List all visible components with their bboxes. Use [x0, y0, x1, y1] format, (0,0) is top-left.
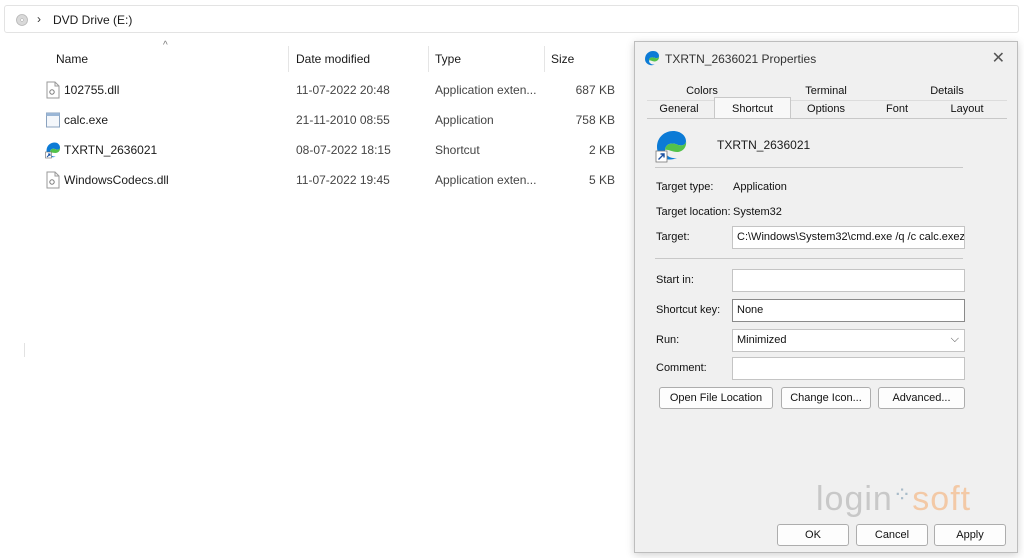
- pane-divider: [24, 343, 25, 357]
- section-divider: [655, 258, 963, 259]
- target-field[interactable]: C:\Windows\System32\cmd.exe /q /c calc.e…: [732, 226, 965, 249]
- file-row[interactable]: calc.exe 21-11-2010 08:55 Application 75…: [40, 107, 625, 133]
- comment-field[interactable]: [732, 357, 965, 380]
- target-type-label: Target type:: [656, 181, 714, 193]
- tab-layout[interactable]: Layout: [938, 101, 996, 117]
- file-name: TXRTN_2636021: [64, 143, 158, 157]
- tab-panel-border: [647, 118, 1007, 119]
- file-name: calc.exe: [64, 113, 109, 127]
- column-header-name[interactable]: Name: [56, 52, 88, 66]
- cancel-button[interactable]: Cancel: [856, 524, 928, 546]
- target-label: Target:: [656, 231, 690, 243]
- file-date: 11-07-2022 20:48: [296, 83, 390, 97]
- file-date: 08-07-2022 18:15: [296, 143, 391, 157]
- breadcrumb-chevron-icon[interactable]: ›: [37, 12, 41, 26]
- target-location-label: Target location:: [656, 206, 731, 218]
- tab-options[interactable]: Options: [798, 101, 854, 117]
- column-divider[interactable]: [428, 46, 429, 72]
- address-bar[interactable]: › DVD Drive (E:): [4, 5, 1019, 33]
- column-header-type[interactable]: Type: [435, 52, 461, 66]
- ok-button[interactable]: OK: [777, 524, 849, 546]
- file-date: 21-11-2010 08:55: [296, 113, 390, 127]
- edge-shortcut-icon: [45, 142, 61, 159]
- shortcut-key-label: Shortcut key:: [656, 304, 721, 316]
- shortcut-name: TXRTN_2636021: [717, 138, 811, 152]
- dvd-drive-icon: [16, 14, 28, 26]
- column-divider[interactable]: [544, 46, 545, 72]
- breadcrumb-dvd-drive[interactable]: DVD Drive (E:): [53, 13, 132, 27]
- file-size: 5 KB: [588, 173, 615, 187]
- edge-icon: [645, 51, 660, 66]
- properties-dialog: TXRTN_2636021 Properties ✕ Colors Termin…: [634, 41, 1018, 553]
- run-label: Run:: [656, 334, 680, 346]
- open-file-location-button[interactable]: Open File Location: [659, 387, 773, 409]
- sort-ascending-icon: ^: [163, 40, 168, 51]
- comment-label: Comment:: [656, 362, 707, 374]
- advanced-button[interactable]: Advanced...: [878, 387, 965, 409]
- file-type: Shortcut: [435, 143, 480, 157]
- dialog-title: TXRTN_2636021 Properties: [665, 52, 817, 66]
- file-type: Application exten...: [435, 173, 537, 187]
- tab-details[interactable]: Details: [912, 83, 982, 99]
- file-row[interactable]: 102755.dll 11-07-2022 20:48 Application …: [40, 77, 625, 103]
- target-type-value: Application: [733, 181, 787, 193]
- tab-terminal[interactable]: Terminal: [785, 83, 867, 99]
- watermark-dots: ⁘: [892, 482, 913, 507]
- column-header-size[interactable]: Size: [551, 52, 574, 66]
- start-in-field[interactable]: [732, 269, 965, 292]
- tab-font[interactable]: Font: [873, 101, 921, 117]
- section-divider: [655, 167, 963, 168]
- file-size: 758 KB: [575, 113, 615, 127]
- run-select-value: Minimized: [737, 334, 787, 346]
- run-select[interactable]: Minimized ⌵: [732, 329, 965, 352]
- tab-shortcut[interactable]: Shortcut: [714, 101, 791, 117]
- column-header-date[interactable]: Date modified: [296, 52, 370, 66]
- file-row[interactable]: TXRTN_2636021 08-07-2022 18:15 Shortcut …: [40, 137, 625, 163]
- shortcut-key-field[interactable]: None: [732, 299, 965, 322]
- start-in-label: Start in:: [656, 274, 694, 286]
- file-type: Application: [435, 113, 494, 127]
- target-location-value: System32: [733, 206, 782, 218]
- tab-colors[interactable]: Colors: [667, 83, 737, 99]
- loginsoft-watermark: login⁘soft: [816, 480, 972, 518]
- apply-button[interactable]: Apply: [934, 524, 1006, 546]
- file-row[interactable]: WindowsCodecs.dll 11-07-2022 19:45 Appli…: [40, 167, 625, 193]
- dll-file-icon: [46, 81, 60, 99]
- tab-general[interactable]: General: [650, 101, 708, 117]
- file-date: 11-07-2022 19:45: [296, 173, 390, 187]
- column-divider[interactable]: [288, 46, 289, 72]
- chevron-down-icon: ⌵: [950, 333, 959, 345]
- file-size: 687 KB: [575, 83, 615, 97]
- edge-shortcut-icon: [655, 131, 687, 163]
- change-icon-button[interactable]: Change Icon...: [781, 387, 871, 409]
- file-name: 102755.dll: [64, 83, 120, 97]
- file-type: Application exten...: [435, 83, 537, 97]
- dll-file-icon: [46, 171, 60, 189]
- file-name: WindowsCodecs.dll: [64, 173, 169, 187]
- close-icon[interactable]: ✕: [992, 48, 1005, 68]
- file-size: 2 KB: [588, 143, 615, 157]
- exe-file-icon: [46, 112, 60, 128]
